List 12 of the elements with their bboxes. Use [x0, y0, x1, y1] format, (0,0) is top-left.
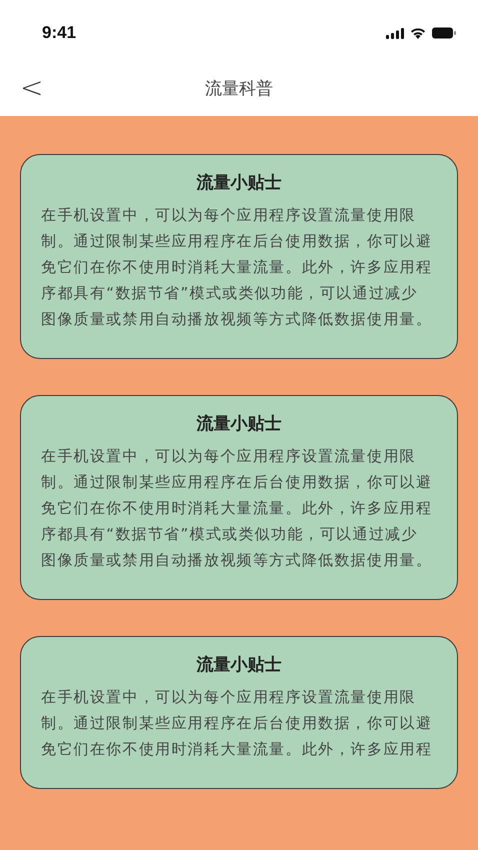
back-button[interactable]: <	[14, 68, 50, 108]
battery-icon	[432, 27, 456, 39]
wifi-icon	[410, 27, 426, 39]
status-time: 9:41	[42, 23, 76, 43]
page-title: 流量科普	[205, 78, 273, 100]
card-text: 在手机设置中，可以为每个应用程序设置流量使用限制。通过限制某些应用程序在后台使用数据，你可以避免它们在你不使用时消耗大量流量。此外，许多应用程序都具有“数据节省”模式或类似功能，可以通过减少图像质量或禁用自动播放视频等方式降低数据使用量。	[41, 446, 434, 571]
card-title: 流量小贴士	[196, 172, 282, 194]
card-text: 在手机设置中，可以为每个应用程序设置流量使用限制。通过限制某些应用程序在后台使用数据，你可以避免它们在你不使用时消耗大量流量。此外，许多应用程	[41, 687, 434, 760]
card-title: 流量小贴士	[196, 654, 282, 676]
signal-icon	[386, 28, 404, 38]
card-title: 流量小贴士	[196, 413, 282, 435]
card-text: 在手机设置中，可以为每个应用程序设置流量使用限制。通过限制某些应用程序在后台使用数据，你可以避免它们在你不使用时消耗大量流量。此外，许多应用程序都具有“数据节省”模式或类似功能，可以通过减少图像质量或禁用自动播放视频等方式降低数据使用量。	[41, 205, 434, 330]
